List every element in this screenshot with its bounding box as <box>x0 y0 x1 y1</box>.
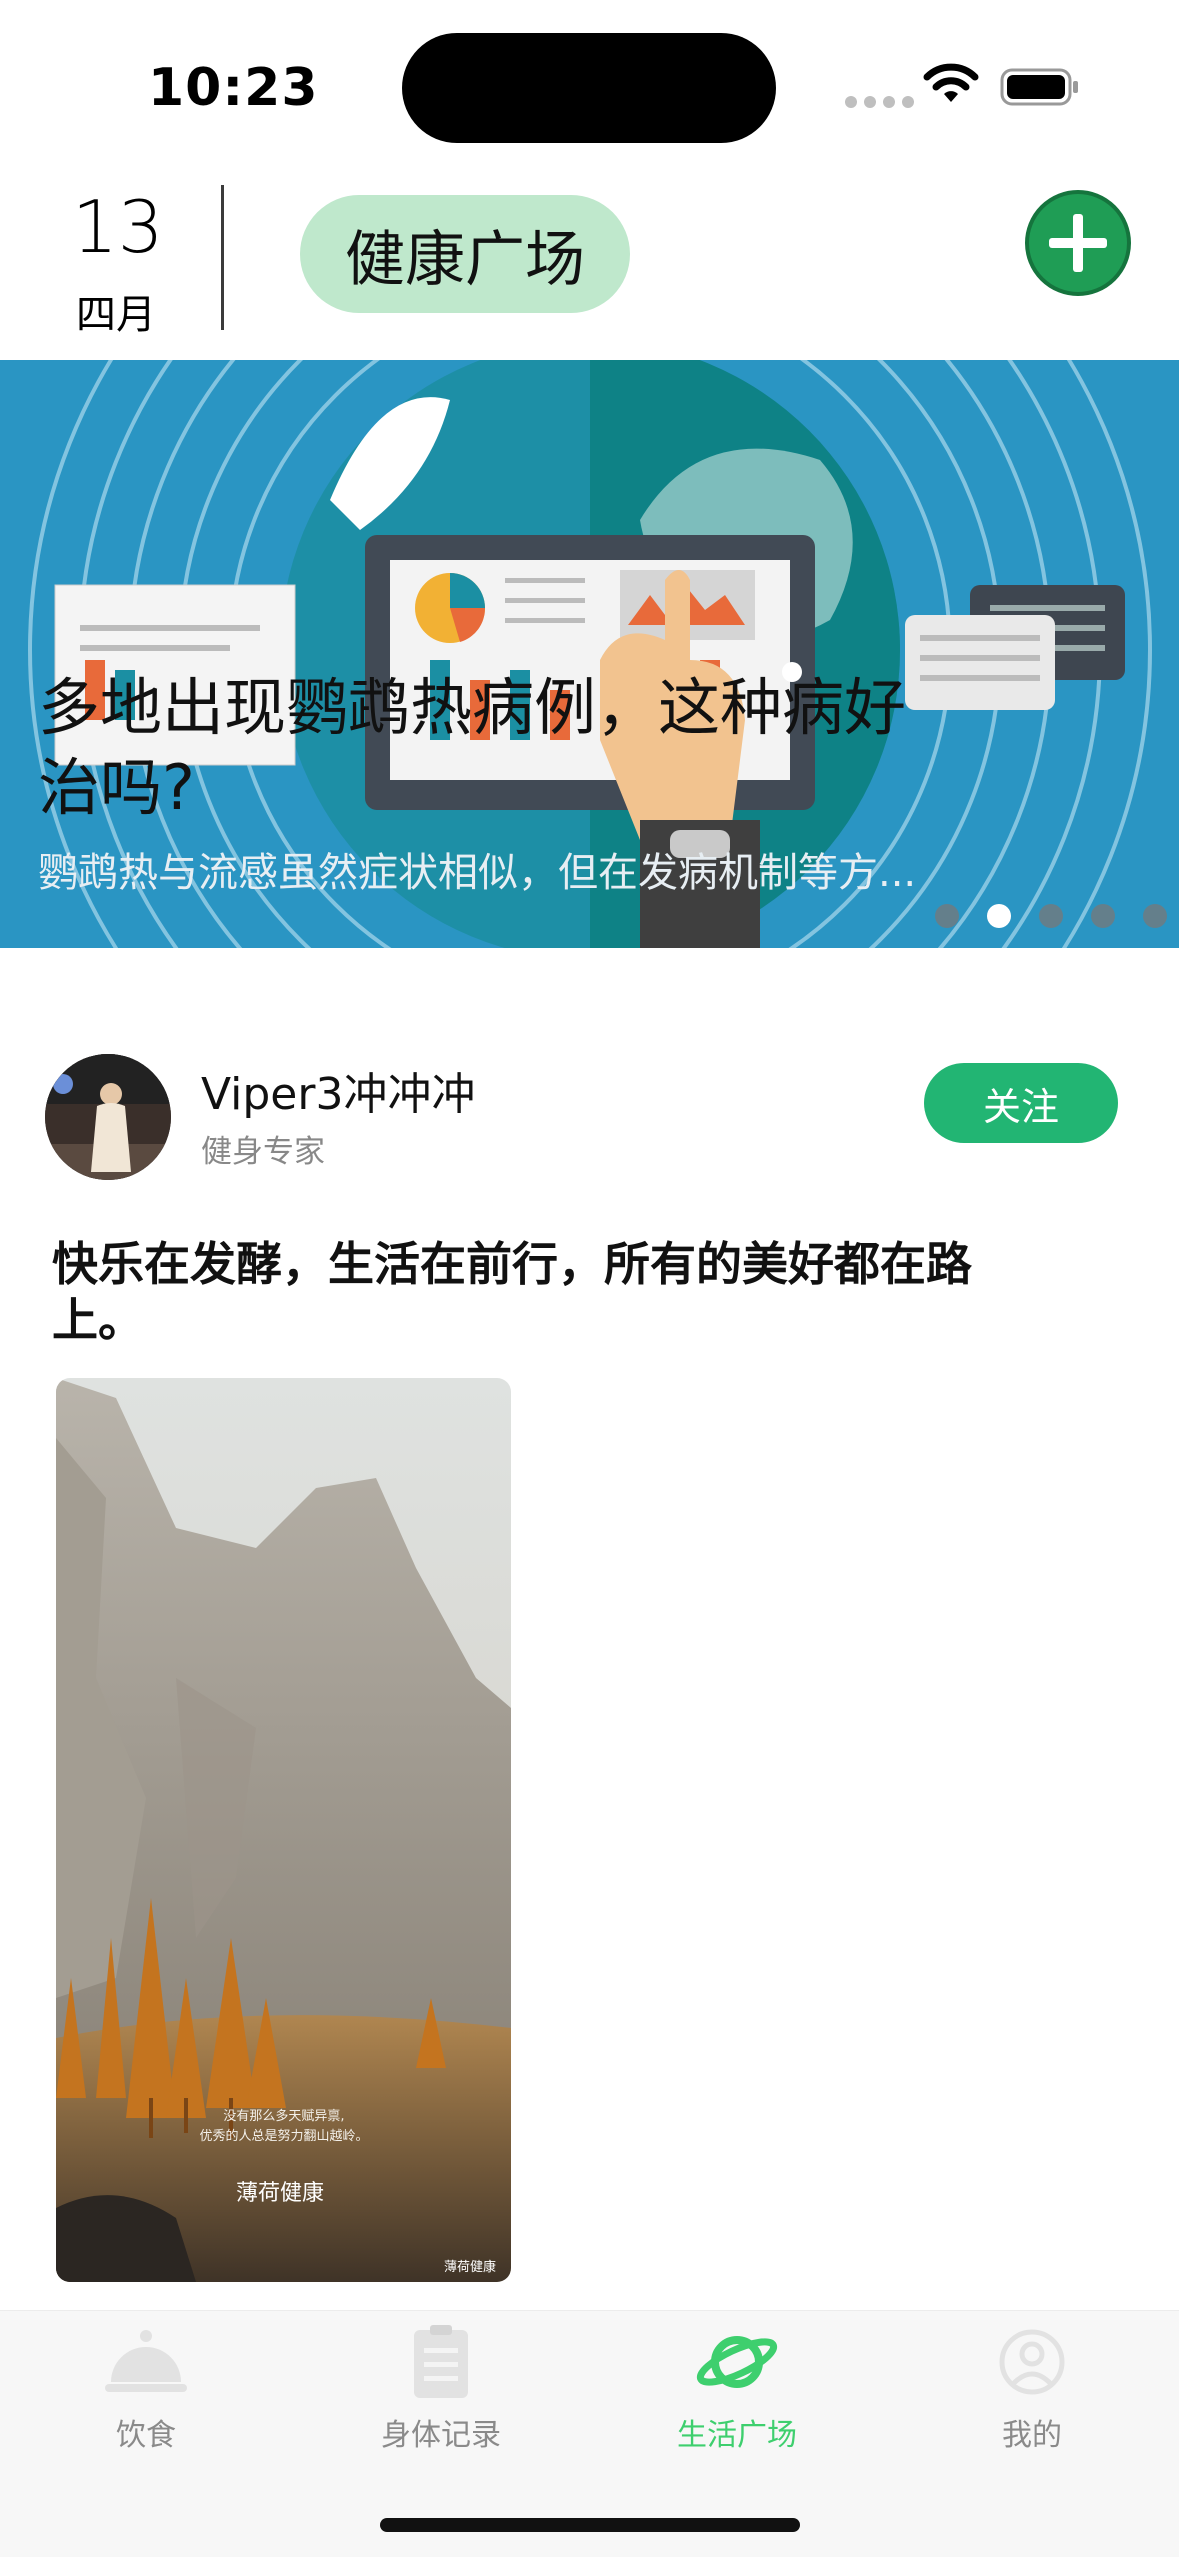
image-caption-line1: 没有那么多天赋异禀, <box>223 2108 344 2124</box>
author-title: 健身专家 <box>201 1134 325 1170</box>
planet-icon <box>696 2336 778 2388</box>
follow-button[interactable]: 关注 <box>924 1063 1118 1143</box>
home-indicator[interactable] <box>380 2518 800 2532</box>
date-day: 13 <box>72 185 164 269</box>
tab-label: 身体记录 <box>381 2418 501 2453</box>
cellular-signal-icon <box>845 96 914 108</box>
tab-body-record[interactable]: 身体记录 <box>341 2312 541 2462</box>
tab-diet[interactable]: 饮食 <box>46 2312 246 2462</box>
battery-icon <box>1000 68 1078 106</box>
wifi-icon <box>923 63 979 102</box>
image-brand: 薄荷健康 <box>236 2181 324 2206</box>
post-text: 快乐在发酵，生活在前行，所有的美好都在路上。 <box>52 1237 972 1347</box>
page-dot[interactable] <box>1091 904 1115 928</box>
tab-mine[interactable]: 我的 <box>932 2312 1132 2462</box>
page-dot-active[interactable] <box>987 904 1011 928</box>
page-dot[interactable] <box>935 904 959 928</box>
tab-label: 生活广场 <box>677 2418 797 2453</box>
page-dot[interactable] <box>1143 904 1167 928</box>
avatar-photo <box>45 1054 171 1180</box>
post-image[interactable]: 没有那么多天赋异禀, 优秀的人总是努力翻山越岭。 薄荷健康 薄荷健康 <box>56 1378 511 2282</box>
date-month: 四月 <box>76 292 156 338</box>
add-button[interactable] <box>1025 190 1131 296</box>
dynamic-island <box>402 33 776 143</box>
plus-circle-icon <box>1049 214 1107 272</box>
image-watermark: 薄荷健康 <box>444 2259 496 2275</box>
user-profile-icon <box>999 2329 1065 2395</box>
author-name[interactable]: Viper3冲冲冲 <box>201 1058 475 1122</box>
banner-subtitle: 鹦鹉热与流感虽然症状相似，但在发病机制等方... <box>38 850 917 896</box>
tab-life-square[interactable]: 生活广场 <box>637 2312 837 2462</box>
page-dot[interactable] <box>1039 904 1063 928</box>
clipboard-icon <box>414 2325 468 2398</box>
banner-page-indicator[interactable] <box>935 904 1167 928</box>
author-avatar[interactable] <box>45 1054 171 1180</box>
banner-title[interactable]: 多地出现鹦鹉热病例，这种病好治吗? <box>38 668 938 828</box>
tab-label: 饮食 <box>116 2418 176 2453</box>
date-divider <box>221 185 224 330</box>
mountain-photo: 没有那么多天赋异禀, 优秀的人总是努力翻山越岭。 薄荷健康 薄荷健康 <box>56 1378 511 2282</box>
image-caption-line2: 优秀的人总是努力翻山越岭。 <box>199 2128 368 2144</box>
status-time: 10:23 <box>148 58 319 118</box>
tab-label: 我的 <box>1002 2418 1062 2453</box>
page-title: 健康广场 <box>300 195 630 313</box>
food-cloche-icon <box>105 2330 187 2392</box>
